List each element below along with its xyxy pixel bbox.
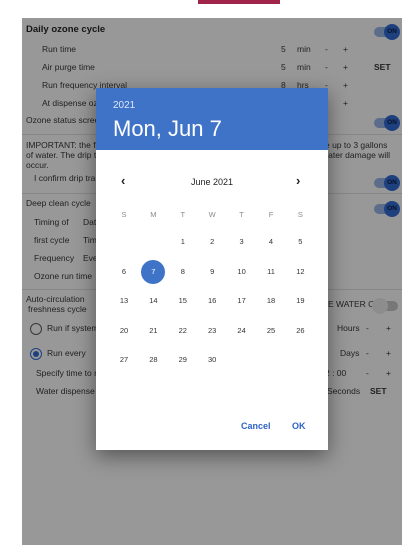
calendar-day[interactable]: 22 <box>169 320 197 342</box>
weekday-label: S <box>297 210 303 219</box>
calendar-day[interactable]: 23 <box>198 320 226 342</box>
month-label: June 2021 <box>190 177 234 187</box>
calendar-day[interactable]: 30 <box>198 349 226 371</box>
calendar-day[interactable]: 5 <box>286 231 314 253</box>
cancel-button[interactable]: Cancel <box>241 421 271 431</box>
calendar-day[interactable]: 11 <box>257 261 285 283</box>
calendar-day[interactable]: 14 <box>139 290 167 312</box>
calendar-day[interactable]: 24 <box>228 320 256 342</box>
calendar-day[interactable]: 17 <box>228 290 256 312</box>
selected-date[interactable]: Mon, Jun 7 <box>113 116 222 142</box>
calendar-day[interactable]: 6 <box>110 261 138 283</box>
top-accent-bar <box>198 0 280 4</box>
calendar-day[interactable]: 20 <box>110 320 138 342</box>
calendar-day[interactable]: 21 <box>139 320 167 342</box>
calendar-day[interactable]: 8 <box>169 261 197 283</box>
calendar-day[interactable]: 10 <box>228 261 256 283</box>
calendar-day[interactable]: 29 <box>169 349 197 371</box>
next-month-icon[interactable]: › <box>296 173 300 188</box>
weekday-label: S <box>121 210 127 219</box>
calendar-day[interactable]: 18 <box>257 290 285 312</box>
calendar-day[interactable]: 3 <box>228 231 256 253</box>
calendar-day[interactable]: 2 <box>198 231 226 253</box>
calendar-day[interactable]: 1 <box>169 231 197 253</box>
date-picker-dialog: 2021 Mon, Jun 7 ‹ June 2021 › SMTWTFS 12… <box>96 88 328 450</box>
calendar-day[interactable]: 13 <box>110 290 138 312</box>
calendar-day[interactable]: 19 <box>286 290 314 312</box>
weekday-label: F <box>268 210 274 219</box>
calendar-day[interactable]: 26 <box>286 320 314 342</box>
calendar-day[interactable]: 27 <box>110 349 138 371</box>
calendar-day[interactable]: 4 <box>257 231 285 253</box>
calendar-day-selected[interactable]: 7 <box>139 259 167 284</box>
calendar-day[interactable]: 25 <box>257 320 285 342</box>
calendar-day[interactable]: 15 <box>169 290 197 312</box>
ok-button[interactable]: OK <box>292 421 306 431</box>
weekday-label: M <box>150 210 157 219</box>
calendar-day[interactable]: 9 <box>198 261 226 283</box>
weekday-label: T <box>239 210 244 219</box>
selected-year[interactable]: 2021 <box>113 100 135 111</box>
weekday-label: W <box>208 210 216 219</box>
date-picker-header: 2021 Mon, Jun 7 <box>96 88 328 150</box>
weekday-label: T <box>180 210 186 219</box>
calendar-day[interactable]: 16 <box>198 290 226 312</box>
calendar-day[interactable]: 28 <box>139 349 167 371</box>
calendar-day[interactable]: 12 <box>286 261 314 283</box>
